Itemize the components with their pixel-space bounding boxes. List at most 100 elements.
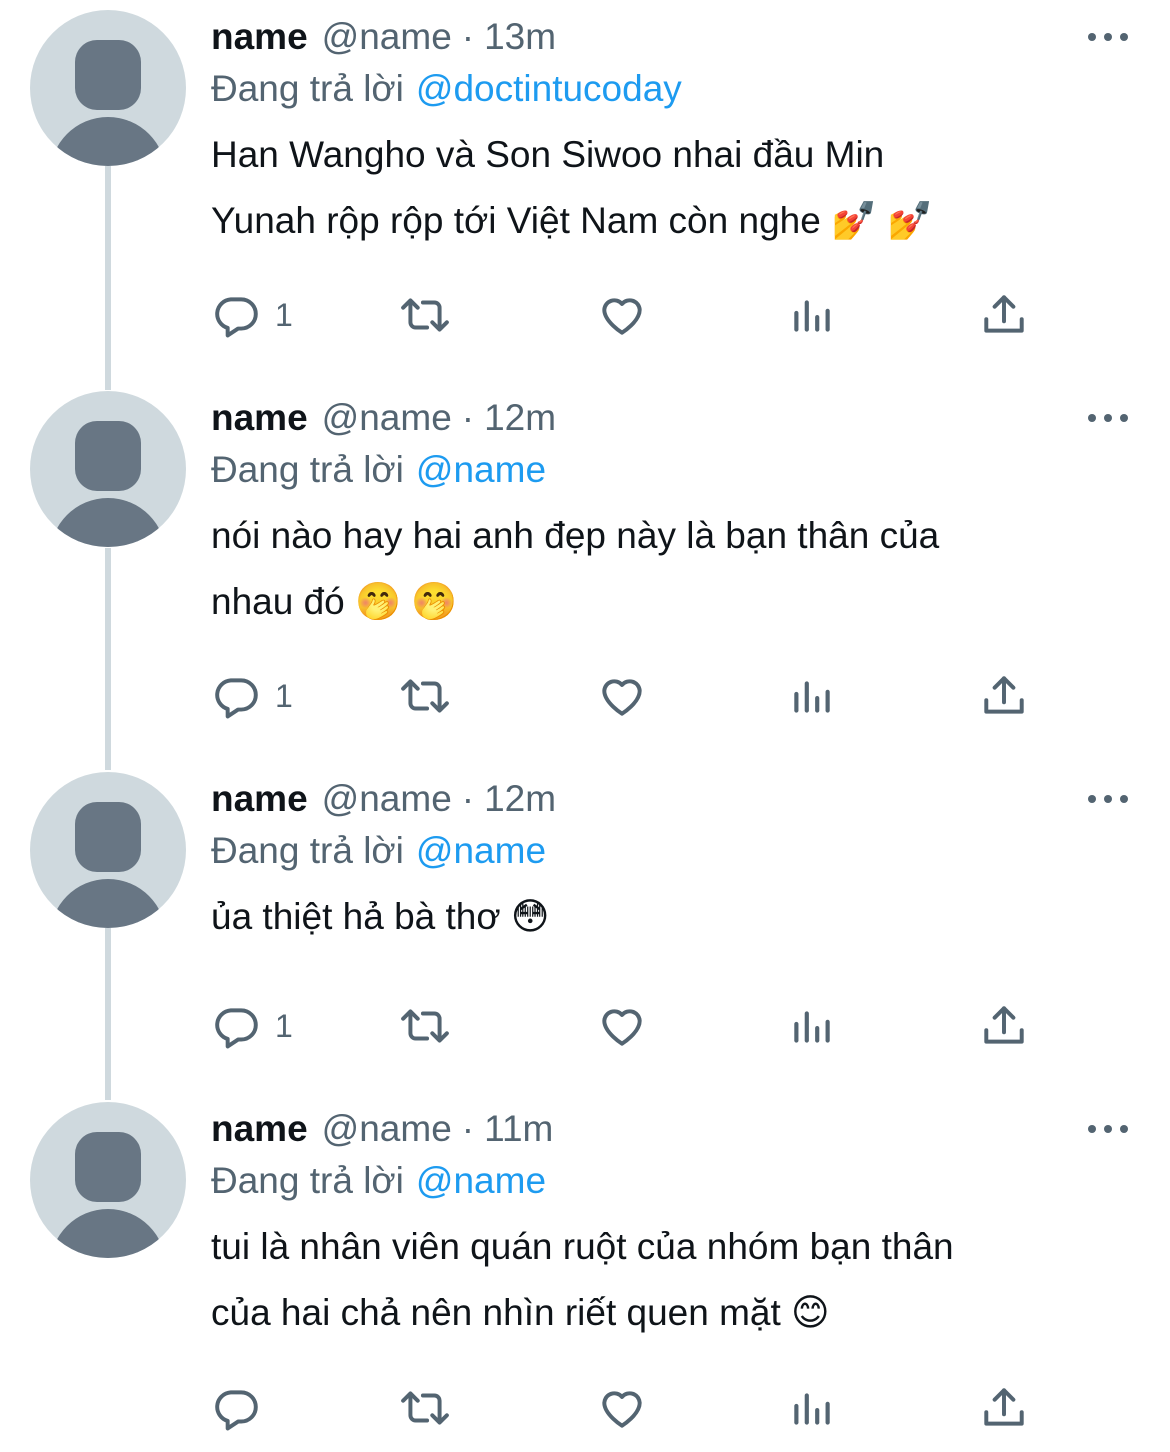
tweet-header: name @name · 13m (211, 12, 556, 62)
avatar[interactable] (30, 772, 186, 928)
display-name[interactable]: name (211, 393, 308, 443)
mention-link[interactable]: @name (416, 1160, 546, 1201)
more-horizontal-icon[interactable] (1088, 411, 1128, 425)
tweet-text: Han Wangho và Son Siwoo nhai đầu Min Yun… (211, 122, 1131, 254)
reply-bubble-icon (215, 1390, 258, 1431)
tweet[interactable]: name @name · 12m Đang trả lời @name ủa th… (0, 762, 1170, 1092)
timestamp[interactable]: 13m (484, 12, 556, 62)
views-button[interactable] (787, 1383, 837, 1433)
share-upload-icon (984, 1006, 1024, 1044)
heart-icon (602, 1009, 642, 1046)
separator-dot: · (461, 778, 475, 819)
tweet-header: name @name · 12m (211, 774, 556, 824)
retweet-button[interactable] (397, 1001, 453, 1051)
reply-count: 1 (275, 1007, 293, 1044)
tweet-text-line: nhau đó 🤭 🤭 (211, 581, 458, 622)
replying-to: Đang trả lời @doctintucoday (211, 64, 682, 114)
user-handle[interactable]: @name (322, 12, 452, 62)
tweet-text-line: của hai chả nên nhìn riết quen mặt 😊 (211, 1292, 830, 1333)
tweet-text-line: nói nào hay hai anh đẹp này là bạn thân … (211, 515, 940, 556)
analytics-bars-icon (794, 1011, 830, 1043)
retweet-icon (401, 298, 449, 332)
tweet-text: ủa thiệt hả bà thơ 😳 (211, 884, 1131, 950)
tweet[interactable]: name @name · 11m Đang trả lời @name tui l… (0, 1092, 1170, 1452)
share-upload-icon (984, 676, 1024, 714)
action-bar: 1 (211, 671, 1051, 721)
like-button[interactable] (597, 290, 647, 340)
timestamp[interactable]: 12m (484, 393, 556, 443)
reply-bubble-icon (215, 297, 258, 338)
tweet-header: name @name · 12m (211, 393, 556, 443)
action-bar: 1 (211, 1001, 1051, 1051)
avatar[interactable] (30, 10, 186, 166)
more-horizontal-icon[interactable] (1088, 30, 1128, 44)
tweet-text-line: tui là nhân viên quán ruột của nhóm bạn … (211, 1226, 954, 1267)
replying-to-label: Đang trả lời (211, 68, 404, 109)
reply-bubble-icon (215, 678, 258, 719)
reply-button[interactable]: 1 (211, 290, 293, 340)
avatar[interactable] (30, 1102, 186, 1258)
retweet-icon (401, 1009, 449, 1043)
tweet-text: nói nào hay hai anh đẹp này là bạn thân … (211, 503, 1131, 635)
reply-button[interactable] (211, 1383, 275, 1433)
like-button[interactable] (597, 1001, 647, 1051)
user-handle[interactable]: @name (322, 1104, 452, 1154)
reply-button[interactable]: 1 (211, 671, 293, 721)
action-bar: 1 (211, 290, 1051, 340)
reply-count: 1 (275, 296, 293, 333)
timestamp[interactable]: 12m (484, 774, 556, 824)
tweet-text: tui là nhân viên quán ruột của nhóm bạn … (211, 1214, 1131, 1346)
heart-icon (602, 298, 642, 335)
timestamp[interactable]: 11m (484, 1104, 553, 1154)
tweet[interactable]: name @name · 12m Đang trả lời @name nói n… (0, 381, 1170, 761)
share-upload-icon (984, 1388, 1024, 1426)
separator-dot: · (461, 16, 475, 57)
replying-to: Đang trả lời @name (211, 1156, 546, 1206)
like-button[interactable] (597, 671, 647, 721)
mention-link[interactable]: @doctintucoday (416, 68, 682, 109)
display-name[interactable]: name (211, 1104, 308, 1154)
retweet-icon (401, 679, 449, 713)
display-name[interactable]: name (211, 12, 308, 62)
reply-thread: name @name · 13m Đang trả lời @doctintuco… (0, 0, 1170, 1452)
replying-to: Đang trả lời @name (211, 445, 546, 495)
avatar[interactable] (30, 391, 186, 547)
tweet[interactable]: name @name · 13m Đang trả lời @doctintuco… (0, 0, 1170, 380)
share-button[interactable] (979, 290, 1029, 340)
share-button[interactable] (979, 671, 1029, 721)
tweet-header: name @name · 11m (211, 1104, 553, 1154)
share-button[interactable] (979, 1383, 1029, 1433)
views-button[interactable] (787, 671, 837, 721)
heart-icon (602, 1391, 642, 1428)
mention-link[interactable]: @name (416, 830, 546, 871)
more-horizontal-icon[interactable] (1088, 792, 1128, 806)
analytics-bars-icon (794, 1393, 830, 1425)
retweet-button[interactable] (397, 671, 453, 721)
reply-bubble-icon (215, 1008, 258, 1049)
more-horizontal-icon[interactable] (1088, 1122, 1128, 1136)
tweet-text-line: Han Wangho và Son Siwoo nhai đầu Min (211, 134, 885, 175)
reply-count: 1 (275, 677, 293, 714)
tweet-text-line: Yunah rộp rộp tới Việt Nam còn nghe 💅 💅 (211, 200, 934, 241)
like-button[interactable] (597, 1383, 647, 1433)
mention-link[interactable]: @name (416, 449, 546, 490)
separator-dot: · (461, 1108, 475, 1149)
share-upload-icon (984, 295, 1024, 333)
retweet-button[interactable] (397, 290, 453, 340)
action-bar (211, 1383, 1051, 1433)
replying-to-label: Đang trả lời (211, 830, 404, 871)
separator-dot: · (461, 397, 475, 438)
reply-button[interactable]: 1 (211, 1001, 293, 1051)
retweet-button[interactable] (397, 1383, 453, 1433)
analytics-bars-icon (794, 300, 830, 332)
retweet-icon (401, 1391, 449, 1425)
replying-to-label: Đang trả lời (211, 1160, 404, 1201)
user-handle[interactable]: @name (322, 393, 452, 443)
heart-icon (602, 679, 642, 716)
share-button[interactable] (979, 1001, 1029, 1051)
display-name[interactable]: name (211, 774, 308, 824)
tweet-text-line: ủa thiệt hả bà thơ 😳 (211, 896, 550, 937)
views-button[interactable] (787, 1001, 837, 1051)
user-handle[interactable]: @name (322, 774, 452, 824)
views-button[interactable] (787, 290, 837, 340)
